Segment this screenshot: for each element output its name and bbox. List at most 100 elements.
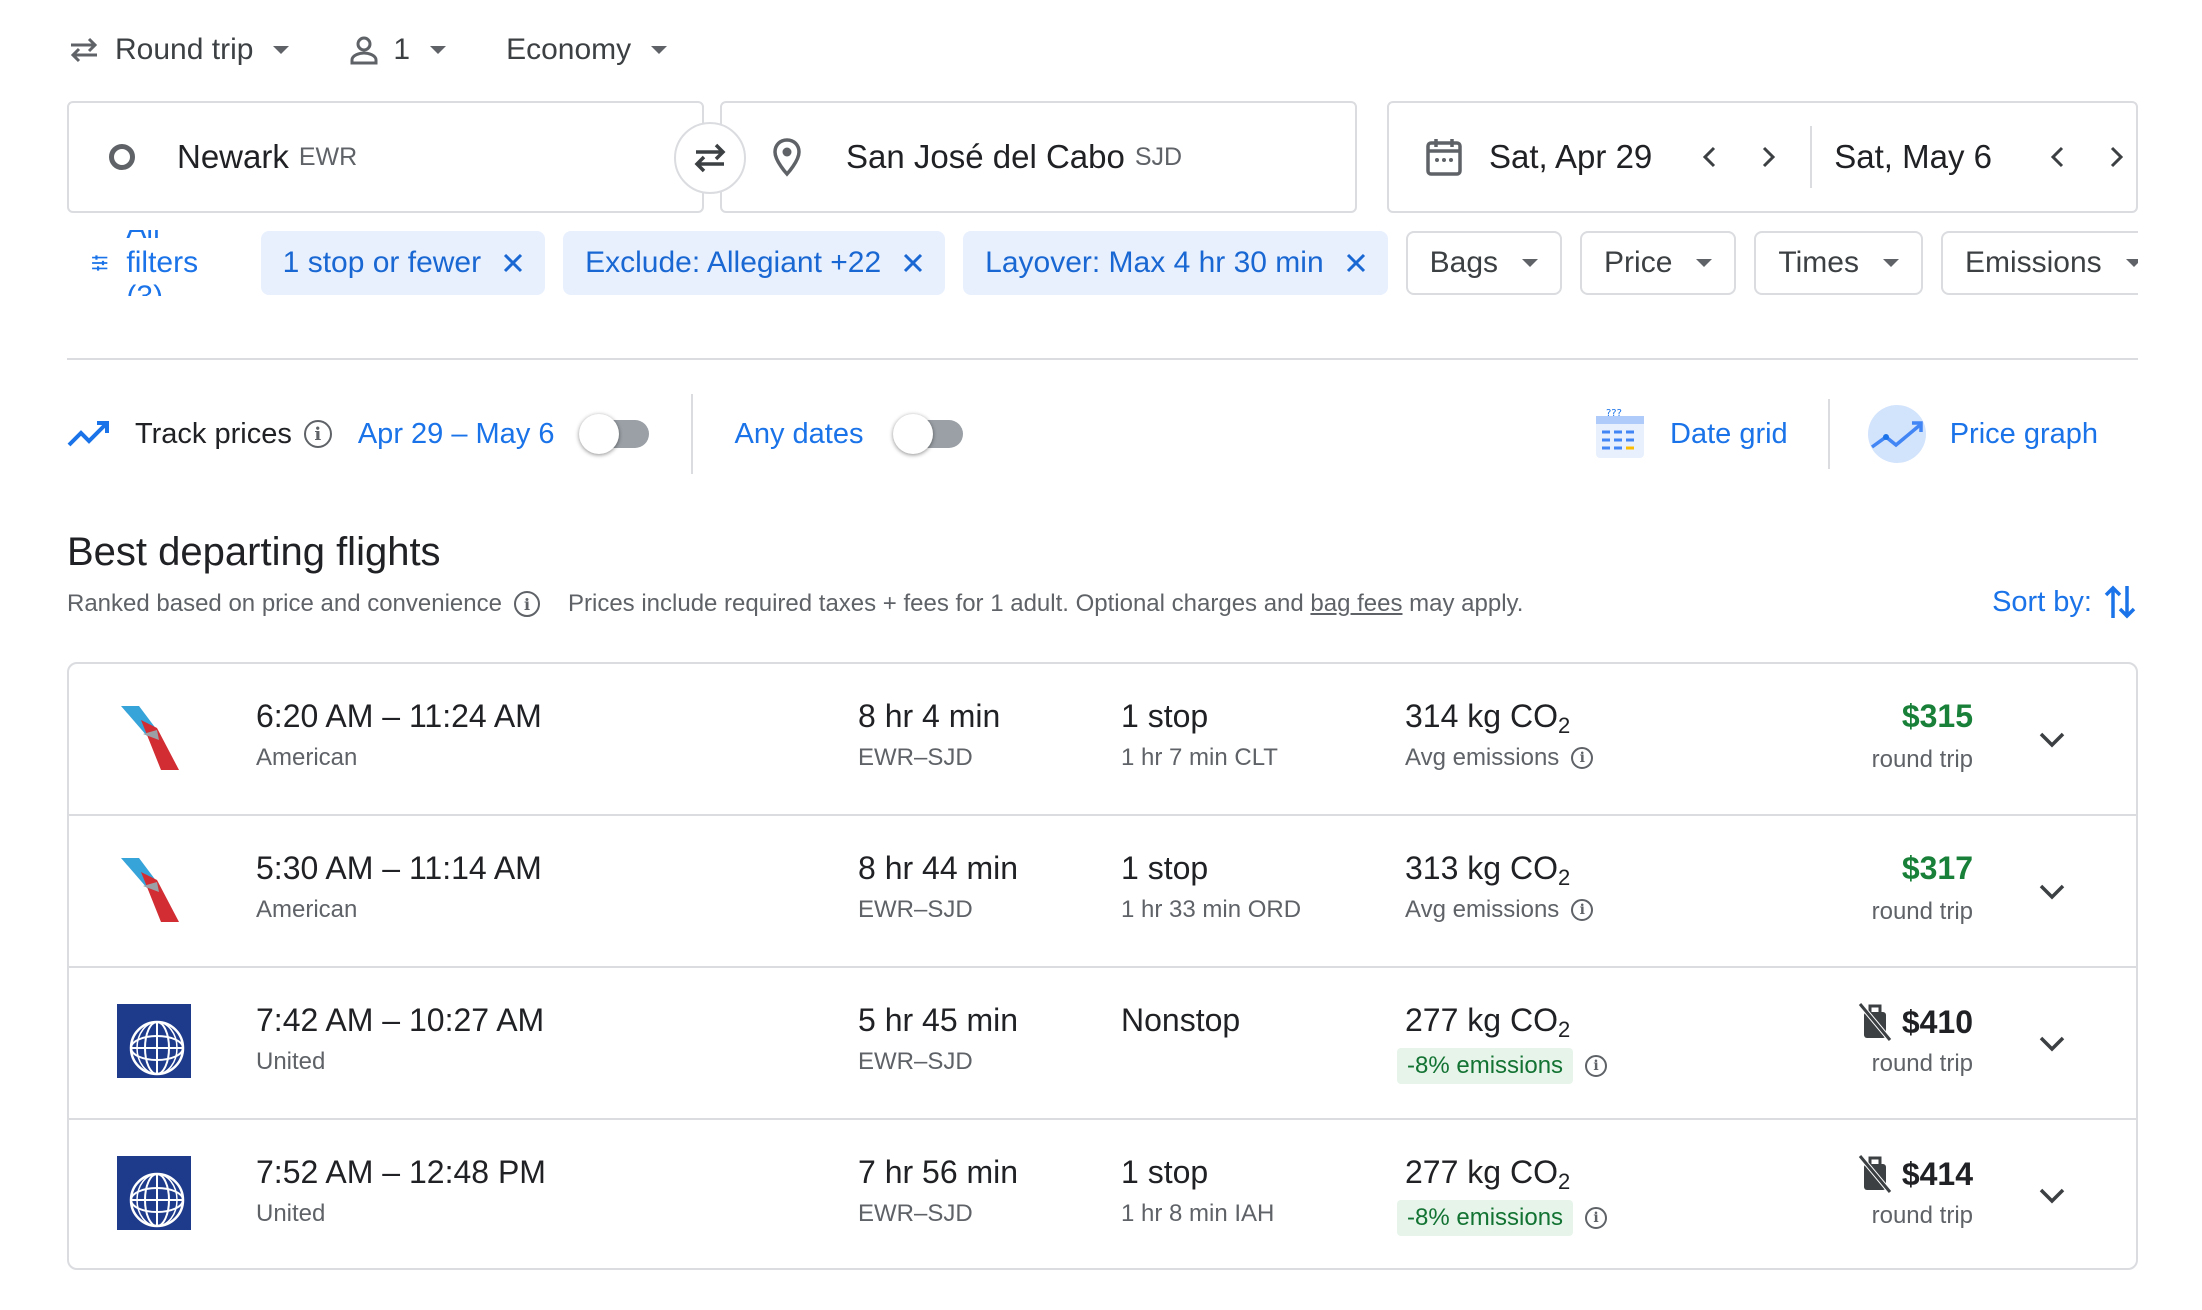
sort-by-label: Sort by: [1992,585,2092,618]
cabin-class-select[interactable]: Economy [506,33,668,67]
info-icon[interactable]: i [303,420,332,448]
flight-stops: 1 stop [1121,1154,1209,1190]
close-icon[interactable] [1346,253,1366,273]
info-icon[interactable]: i [1571,747,1594,769]
emissions-info: Avg emissions i [1405,744,1594,772]
person-icon [350,36,378,65]
flight-price: $315 [1901,698,1973,734]
info-icon[interactable]: i [513,591,540,617]
airline-name: American [256,744,358,771]
trip-type-select[interactable]: Round trip [67,33,290,67]
cabin-class-label: Economy [506,33,632,66]
flight-duration: 8 hr 4 min [858,698,1001,734]
info-icon[interactable]: i [1571,899,1594,921]
location-pin-icon [773,138,801,177]
filter-price-dropdown[interactable]: Price [1580,231,1737,295]
co2-text: 277 kg CO [1405,1154,1558,1190]
close-icon[interactable] [903,253,923,273]
depart-next-button[interactable] [1748,145,1788,169]
flight-result-row[interactable]: 5:30 AM – 11:14 AM American 8 hr 44 min … [69,816,2136,968]
united-airlines-logo [117,1156,191,1230]
expand-button[interactable] [2030,870,2074,914]
return-prev-button[interactable] [2038,145,2078,169]
flight-price-group: $414 [1857,1154,1973,1194]
filter-chip-stops[interactable]: 1 stop or fewer [260,231,546,295]
co2-value: 277 kg CO2 [1405,1154,1570,1195]
flight-price-group: $410 [1857,1002,1973,1042]
section-title: Best departing flights [67,530,441,574]
chevron-down-icon [430,46,447,54]
filter-emissions-dropdown[interactable]: Emissions [1940,231,2138,295]
date-grid-button[interactable]: ??? Date grid [1592,406,1788,462]
origin-field[interactable]: Newark EWR [67,101,704,213]
swap-locations-button[interactable] [674,122,746,194]
united-airlines-logo [117,1004,191,1078]
american-airlines-logo [121,706,179,770]
price-type: round trip [1871,1202,1973,1229]
flight-result-row[interactable]: 7:42 AM – 10:27 AM United 5 hr 45 min EW… [69,968,2136,1120]
swap-arrows-icon [694,143,726,173]
co2-value: 277 kg CO2 [1405,1002,1570,1043]
track-prices-toggle[interactable] [578,414,649,454]
calendar-icon [1426,139,1462,176]
chevron-left-icon [1703,146,1716,168]
all-filters-button[interactable]: All filters (3) [67,230,237,296]
chevron-down-icon [2039,1036,2065,1052]
price-type: round trip [1871,898,1973,925]
return-next-button[interactable] [2096,145,2136,169]
depart-date-group[interactable]: Sat, Apr 29 [1389,103,1788,211]
chevron-down-icon [1522,259,1539,267]
filter-chip-label: Exclude: Allegiant +22 [585,246,882,279]
emissions-badge: -8% emissions [1397,1048,1574,1084]
prices-note-end: may apply. [1402,590,1524,617]
chevron-down-icon [2039,732,2065,748]
sort-by-button[interactable]: Sort by: [1992,582,2138,622]
expand-button[interactable] [2030,1174,2074,1218]
flight-result-row[interactable]: 6:20 AM – 11:24 AM American 8 hr 4 min E… [69,664,2136,816]
filter-chips-bar: All filters (3) 1 stop or fewer Exclude:… [67,230,2138,296]
price-graph-button[interactable]: Price graph [1866,403,2098,465]
depart-prev-button[interactable] [1690,145,1730,169]
destination-code: SJD [1134,142,1183,171]
track-prices-label: Track prices [135,417,292,450]
emissions-badge: -8% emissions [1397,1200,1574,1236]
expand-button[interactable] [2030,718,2074,762]
expand-button[interactable] [2030,1022,2074,1066]
divider [67,358,2138,360]
info-icon[interactable]: i [1585,1207,1608,1229]
filter-times-dropdown[interactable]: Times [1754,231,1923,295]
chevron-down-icon [273,46,290,54]
any-dates-toggle[interactable] [893,414,964,454]
passengers-select[interactable]: 1 [349,33,447,67]
chevron-right-icon [1763,146,1776,168]
filter-dropdown-label: Emissions [1964,246,2102,279]
airline-name: United [256,1048,326,1075]
destination-field[interactable]: San José del Cabo SJD [720,101,1357,213]
flight-route: EWR–SJD [858,1048,973,1075]
date-divider [1810,126,1813,188]
flight-times: 5:30 AM – 11:14 AM [256,850,542,886]
info-icon[interactable]: i [1585,1055,1608,1077]
price-type: round trip [1871,746,1973,773]
destination-city: San José del Cabo [846,138,1125,175]
filter-bags-dropdown[interactable]: Bags [1405,231,1563,295]
filter-chip-label: Layover: Max 4 hr 30 min [985,246,1324,279]
passengers-count: 1 [393,33,411,66]
tune-icon [92,255,108,271]
depart-date: Sat, Apr 29 [1489,138,1653,175]
close-icon[interactable] [503,253,523,273]
bag-fees-link[interactable]: bag fees [1310,590,1402,618]
filter-chip-airlines[interactable]: Exclude: Allegiant +22 [563,231,946,295]
trip-type-label: Round trip [115,33,254,66]
filter-chip-layover[interactable]: Layover: Max 4 hr 30 min [963,231,1388,295]
toggle-knob [578,414,619,454]
layover-info: 1 hr 7 min CLT [1121,744,1278,771]
return-date-group[interactable]: Sat, May 6 [1834,103,2136,211]
dates-field: Sat, Apr 29 Sat, May 6 [1387,101,2138,213]
flight-result-row[interactable]: 7:52 AM – 12:48 PM United 7 hr 56 min EW… [69,1120,2136,1268]
flight-results-list: 6:20 AM – 11:24 AM American 8 hr 4 min E… [67,662,2138,1270]
co2-text: 277 kg CO [1405,1002,1558,1038]
price-type: round trip [1871,1050,1973,1077]
flight-duration: 8 hr 44 min [858,850,1019,886]
airline-name: American [256,896,358,923]
